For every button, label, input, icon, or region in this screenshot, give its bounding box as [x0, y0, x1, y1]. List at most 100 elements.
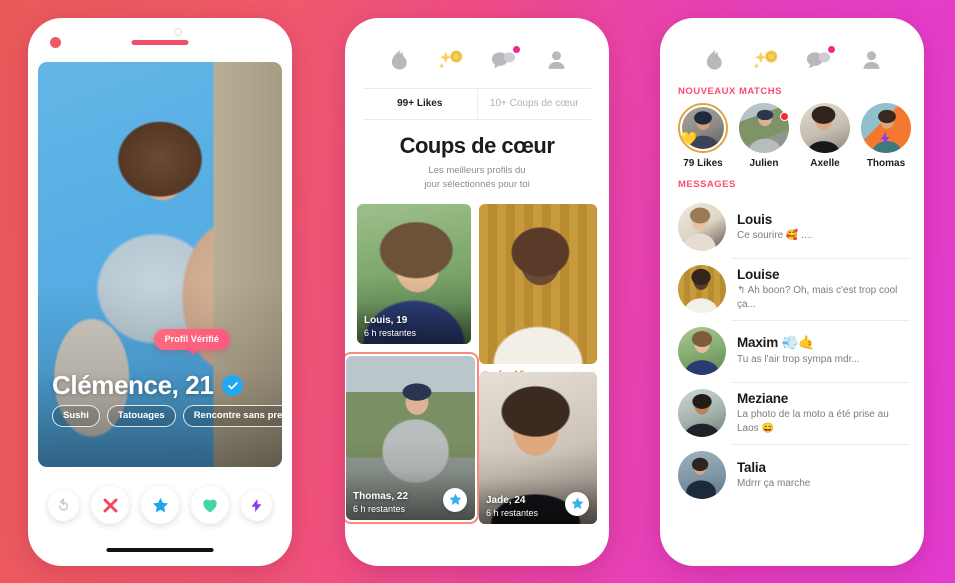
- avatar: [678, 203, 726, 251]
- rewind-icon: [59, 498, 68, 510]
- tab-likes[interactable]: 99+ Likes: [363, 89, 477, 119]
- message-text-block: Talia Mdrrr ça marche: [737, 460, 810, 491]
- new-matches-row: 💛 79 Likes Julien Axelle Thomas: [660, 103, 924, 169]
- avatar: [739, 103, 789, 153]
- pick-card-creatif[interactable]: [479, 203, 597, 364]
- tab-top-picks[interactable]: 10+ Coups de cœur: [476, 89, 592, 119]
- avatar: [678, 451, 726, 499]
- pick-time-left: 6 h restantes: [364, 327, 417, 338]
- phone1-status-bar: [28, 18, 292, 62]
- message-preview: La photo de la moto a été prise au Laos …: [737, 409, 889, 434]
- nav-messages[interactable]: [489, 45, 520, 75]
- match-label: 79 Likes: [683, 158, 723, 169]
- message-text-block: Meziane La photo de la moto a été prise …: [737, 391, 906, 435]
- message-preview: ↰ Ah boon? Oh, mais c'est trop cool ça..…: [737, 285, 898, 310]
- message-sender-name: Meziane: [737, 391, 789, 406]
- person-icon: [548, 51, 565, 69]
- list-item[interactable]: Meziane La photo de la moto a été prise …: [660, 382, 924, 444]
- like-button[interactable]: [191, 486, 229, 524]
- subtitle-line-1: Les meilleurs profils du: [428, 165, 526, 176]
- page-subtitle: Les meilleurs profils du jour sélectionn…: [345, 164, 609, 192]
- match-item-likes[interactable]: 💛 79 Likes: [678, 103, 728, 169]
- profile-interest-tags: Sushi Tatouages Rencontre sans pression: [52, 405, 282, 427]
- avatar: [678, 327, 726, 375]
- match-label: Thomas: [866, 158, 906, 169]
- pick-card-louis[interactable]: Louis, 19 6 h restantes: [357, 203, 471, 344]
- page-title: Coups de cœur: [399, 133, 555, 158]
- boost-lightning-icon: [879, 131, 891, 149]
- pick-card-thomas-photo: Thomas, 22 6 h restantes: [346, 355, 475, 520]
- messages-badge-dot: [512, 46, 520, 53]
- top-nav: [345, 18, 609, 80]
- pick-name: Jade, 24: [486, 494, 526, 506]
- heart-icon: [203, 499, 217, 513]
- chat-bubbles-icon: [806, 52, 831, 68]
- message-text-block: Louise ↰ Ah boon? Oh, mais c'est trop co…: [737, 267, 906, 311]
- list-item[interactable]: Louis Ce sourire 🥰 ....: [660, 196, 924, 258]
- list-item[interactable]: Maxim 💨🤙 Tu as l'air trop sympa mdr...: [660, 320, 924, 382]
- boost-button[interactable]: [241, 489, 272, 521]
- star-icon: [571, 497, 583, 509]
- message-sender-name: Talia: [737, 459, 766, 475]
- match-label: Julien: [749, 158, 779, 169]
- heart-badge-icon: 💛: [681, 131, 698, 146]
- new-matches-header: NOUVEAUX MATCHS: [678, 86, 782, 97]
- front-camera-icon: [174, 28, 182, 36]
- nav-profile[interactable]: [542, 45, 572, 75]
- messages-badge-dot: [827, 46, 835, 53]
- phone-discover: Profil Vérifié Clémence, 21 Sushi Tatoua…: [28, 18, 292, 566]
- pick-card-jade[interactable]: Jade, 24 6 h restantes: [479, 371, 597, 524]
- verified-tooltip: Profil Vérifié: [153, 329, 230, 355]
- match-label: Axelle: [810, 158, 840, 169]
- nav-profile[interactable]: [857, 45, 887, 75]
- profile-card-photo[interactable]: Profil Vérifié Clémence, 21 Sushi Tatoua…: [38, 62, 282, 467]
- message-preview: Ce sourire 🥰 ....: [737, 229, 813, 241]
- phone-matches: NOUVEAUX MATCHS 💛 79 Likes Julien Axelle…: [660, 18, 924, 566]
- pick-card-thomas[interactable]: Thomas, 22 6 h restantes: [345, 351, 479, 524]
- nav-top-picks[interactable]: [436, 45, 466, 75]
- list-item[interactable]: Talia Mdrrr ça marche: [660, 444, 924, 506]
- avatar: [800, 103, 850, 153]
- person-icon: [863, 51, 880, 69]
- phone-top-picks: 99+ Likes 10+ Coups de cœur Coups de cœu…: [345, 18, 609, 566]
- avatar: [678, 265, 726, 313]
- unread-dot-icon: [780, 112, 789, 121]
- tag-tatouages: Tatouages: [106, 405, 176, 427]
- page-title: Clémence, 21: [52, 370, 214, 400]
- match-item-julien[interactable]: Julien: [739, 103, 789, 169]
- nav-top-picks[interactable]: [751, 45, 781, 75]
- message-preview: Tu as l'air trop sympa mdr...: [737, 354, 860, 366]
- top-nav: [660, 18, 924, 80]
- tag-rencontre: Rencontre sans pression: [182, 405, 282, 427]
- sparkle-coin-icon: [438, 50, 462, 69]
- rewind-button[interactable]: [48, 489, 79, 521]
- message-text-block: Maxim 💨🤙 Tu as l'air trop sympa mdr...: [737, 335, 860, 367]
- messages-header: MESSAGES: [678, 179, 736, 190]
- pick-time-left: 6 h restantes: [353, 503, 406, 514]
- swipe-action-bar: [28, 486, 292, 524]
- flame-icon: [391, 50, 407, 70]
- messages-list: Louis Ce sourire 🥰 .... Louise ↰ Ah boon…: [660, 196, 924, 506]
- sparkle-coin-icon: [753, 50, 777, 69]
- nav-flame[interactable]: [383, 45, 413, 75]
- superlike-button[interactable]: [141, 486, 179, 524]
- nope-button[interactable]: [91, 486, 129, 524]
- star-icon: [152, 497, 168, 512]
- list-item[interactable]: Louise ↰ Ah boon? Oh, mais c'est trop co…: [660, 258, 924, 320]
- profile-name-row: Clémence, 21: [52, 370, 244, 401]
- nav-messages[interactable]: [804, 45, 835, 75]
- message-sender-name: Louise: [737, 267, 780, 282]
- camera-dot-icon: [50, 37, 61, 48]
- match-item-axelle[interactable]: Axelle: [800, 103, 850, 169]
- pick-time-left: 6 h restantes: [486, 507, 539, 518]
- message-preview: Mdrrr ça marche: [737, 477, 811, 489]
- message-sender-name: Maxim 💨🤙: [737, 335, 815, 351]
- superlike-star-button[interactable]: [565, 491, 589, 516]
- match-item-thomas[interactable]: Thomas: [861, 103, 911, 169]
- home-indicator: [106, 547, 214, 552]
- tag-sushi: Sushi: [52, 405, 100, 427]
- nav-flame[interactable]: [698, 45, 728, 75]
- star-icon: [449, 493, 461, 505]
- superlike-star-button[interactable]: [443, 487, 467, 512]
- avatar: [678, 389, 726, 437]
